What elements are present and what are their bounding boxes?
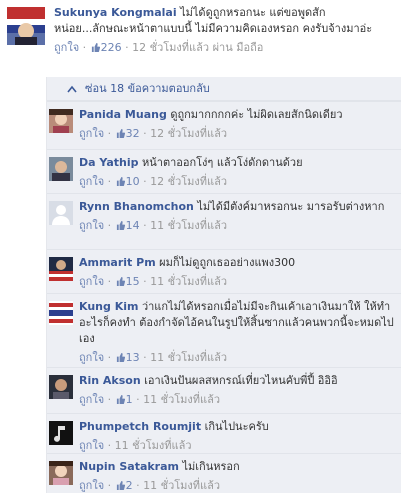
like-link[interactable]: ถูกใจ	[79, 479, 104, 492]
reply-time[interactable]: 12 ชั่วโมงที่แล้ว	[150, 127, 227, 140]
comment-author[interactable]: Sukunya Kongmalai	[54, 6, 177, 19]
reply-text: ไม่เกินหรอก	[182, 460, 240, 473]
reply-text: ดูถูกมากกกกค่ะ ไม่ผิดเลยสักนิดเดียว	[170, 108, 343, 121]
reply-author[interactable]: Rynn Bhanomchon	[79, 200, 194, 213]
reply-time[interactable]: 11 ชั่วโมงที่แล้ว	[115, 439, 192, 452]
like-link[interactable]: ถูกใจ	[79, 351, 104, 364]
reply-item: Nupin Satakram ไม่เกินหรอก ถูกใจ · 2 · 1…	[47, 453, 401, 494]
like-count-link[interactable]: 15	[115, 275, 140, 288]
like-link[interactable]: ถูกใจ	[79, 127, 104, 140]
reply-time[interactable]: 11 ชั่วโมงที่แล้ว	[143, 393, 220, 406]
like-link[interactable]: ถูกใจ	[79, 175, 104, 188]
reply-time[interactable]: 11 ชั่วโมงที่แล้ว	[150, 219, 227, 232]
like-count-link[interactable]: 14	[115, 219, 140, 232]
reply-author[interactable]: Nupin Satakram	[79, 460, 179, 473]
like-link[interactable]: ถูกใจ	[79, 439, 104, 452]
reply-text: ผมก็ไม่ดูถูกเธออย่างแพง300	[159, 256, 296, 269]
hide-replies-bar[interactable]: ซ่อน 18 ข้อความตอบกลับ	[47, 77, 401, 101]
comment-time[interactable]: 12 ชั่วโมงที่แล้ว	[132, 41, 209, 54]
avatar[interactable]	[49, 461, 73, 485]
thumbs-up-icon	[116, 277, 125, 286]
comment-source: ผ่าน มือถือ	[212, 41, 264, 54]
avatar[interactable]	[49, 201, 73, 225]
like-count-link[interactable]: 10	[115, 175, 140, 188]
like-count-link[interactable]: 13	[115, 351, 140, 364]
arrow-up-icon	[67, 85, 77, 93]
reply-item: Rynn Bhanomchon ไม่ได้มีตังค์มาหรอกนะ มา…	[47, 193, 401, 250]
reply-text: เอาเงินปันผลสหกรณ์เที่ยวไหนคับพี่ปี้ อิอ…	[144, 374, 338, 387]
replies-section: ซ่อน 18 ข้อความตอบกลับ Panida Muang ดูถู…	[46, 77, 401, 493]
avatar[interactable]	[49, 109, 73, 133]
reply-item: Rin Akson เอาเงินปันผลสหกรณ์เที่ยวไหนคับ…	[47, 367, 401, 414]
reply-author[interactable]: Panida Muang	[79, 108, 167, 121]
like-count-link[interactable]: 2	[115, 479, 133, 492]
reply-text: หน้าตาออกโง่ๆ แล้วโง่ดักดานด้วย	[142, 156, 303, 169]
reply-time[interactable]: 12 ชั่วโมงที่แล้ว	[150, 175, 227, 188]
avatar[interactable]	[49, 375, 73, 399]
reply-author[interactable]: Rin Akson	[79, 374, 141, 387]
reply-item: Da Yathip หน้าตาออกโง่ๆ แล้วโง่ดักดานด้ว…	[47, 149, 401, 194]
like-count-link[interactable]: 32	[115, 127, 140, 140]
reply-item: Panida Muang ดูถูกมากกกกค่ะ ไม่ผิดเลยสัก…	[47, 101, 401, 150]
avatar[interactable]	[49, 421, 73, 445]
thumbs-up-icon	[91, 43, 100, 52]
thumbs-up-icon	[116, 395, 125, 404]
avatar[interactable]	[49, 257, 73, 281]
thumbs-up-icon	[116, 353, 125, 362]
thumbs-up-icon	[116, 481, 125, 490]
reply-item: Phumpetch Roumjit เกินไปนะครับ ถูกใจ · 1…	[47, 413, 401, 454]
avatar[interactable]	[49, 301, 73, 325]
reply-author[interactable]: Kung Kim	[79, 300, 138, 313]
reply-text: ไม่ได้มีตังค์มาหรอกนะ มารอรับต่างหาก	[197, 200, 385, 213]
like-count-link[interactable]: 226	[90, 41, 126, 54]
thumbs-up-icon	[116, 221, 125, 230]
reply-text: เกินไปนะครับ	[204, 420, 269, 433]
reply-time[interactable]: 11 ชั่วโมงที่แล้ว	[150, 275, 227, 288]
reply-time[interactable]: 11 ชั่วโมงที่แล้ว	[143, 479, 220, 492]
hide-replies-link[interactable]: ซ่อน 18 ข้อความตอบกลับ	[85, 77, 210, 100]
avatar[interactable]	[7, 7, 45, 45]
reply-time[interactable]: 11 ชั่วโมงที่แล้ว	[150, 351, 227, 364]
thumbs-up-icon	[116, 177, 125, 186]
like-link[interactable]: ถูกใจ	[79, 393, 104, 406]
like-link[interactable]: ถูกใจ	[54, 41, 79, 54]
thumbs-up-icon	[116, 129, 125, 138]
reply-author[interactable]: Phumpetch Roumjit	[79, 420, 201, 433]
reply-author[interactable]: Da Yathip	[79, 156, 139, 169]
reply-item: Ammarit Pm ผมก็ไม่ดูถูกเธออย่างแพง300 ถู…	[47, 249, 401, 294]
avatar[interactable]	[49, 157, 73, 181]
parent-comment: Sukunya Kongmalai ไม่ได้ดูถูกหรอกนะ แต่ข…	[0, 0, 404, 77]
like-link[interactable]: ถูกใจ	[79, 275, 104, 288]
reply-author[interactable]: Ammarit Pm	[79, 256, 156, 269]
like-link[interactable]: ถูกใจ	[79, 219, 104, 232]
like-count-link[interactable]: 1	[115, 393, 133, 406]
reply-item: Kung Kim ว่าแกไม่ได้หรอกเมื่อไม่มีจะกินเ…	[47, 293, 401, 368]
